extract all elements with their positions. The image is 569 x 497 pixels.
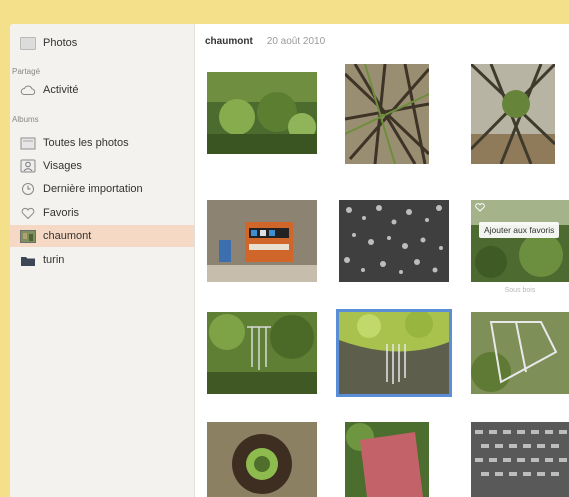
sidebar-item-label: turin <box>43 254 65 266</box>
photo-thumbnail[interactable] <box>345 422 429 497</box>
sidebar: Photos Partagé Activité Albums Toutes le… <box>10 24 195 497</box>
section-header-shared: Partagé <box>12 67 41 76</box>
sidebar-item-chaumont[interactable]: chaumont <box>10 225 194 247</box>
photo-thumbnail[interactable] <box>471 312 569 394</box>
album-location: chaumont <box>205 36 253 47</box>
section-header-albums: Albums <box>12 115 39 124</box>
album-thumbnail-icon <box>20 229 36 243</box>
sidebar-item-label: Dernière importation <box>43 183 143 195</box>
heart-icon <box>20 206 36 220</box>
photos-window: Photos Partagé Activité Albums Toutes le… <box>10 24 569 497</box>
photos-icon <box>20 36 36 50</box>
photo-thumbnail[interactable] <box>207 200 317 282</box>
photo-grid-area: chaumont 20 août 2010 Ajouter aux favori… <box>195 24 569 497</box>
sidebar-item-last-import[interactable]: Dernière importation <box>10 178 194 200</box>
sidebar-item-faces[interactable]: Visages <box>10 155 194 177</box>
photo-thumbnail[interactable] <box>207 72 317 154</box>
faces-icon <box>20 159 36 173</box>
sidebar-item-label: Favoris <box>43 207 80 219</box>
sidebar-item-all-photos[interactable]: Toutes les photos <box>10 132 194 154</box>
photo-thumbnail[interactable] <box>339 200 449 282</box>
sidebar-item-label: Photos <box>43 37 78 49</box>
photo-thumbnail[interactable] <box>345 64 429 164</box>
sidebar-item-label: chaumont <box>43 230 92 242</box>
photo-thumbnail[interactable]: Ajouter aux favoris <box>471 200 569 282</box>
folder-icon <box>20 253 36 267</box>
sidebar-item-label: Activité <box>43 84 79 96</box>
photo-thumbnail[interactable] <box>471 422 569 497</box>
photo-thumbnail[interactable] <box>207 422 317 497</box>
photo-thumbnail[interactable] <box>207 312 317 394</box>
photo-thumbnail-selected[interactable] <box>339 312 449 394</box>
sidebar-item-label: Visages <box>43 160 82 172</box>
sidebar-item-label: Toutes les photos <box>43 137 129 149</box>
cloud-icon <box>20 83 36 97</box>
sidebar-item-turin[interactable]: turin <box>10 249 194 271</box>
add-to-favorites-tooltip: Ajouter aux favoris <box>479 222 560 238</box>
sidebar-item-photos[interactable]: Photos <box>10 32 194 54</box>
album-header: chaumont 20 août 2010 <box>205 36 325 47</box>
album-date: 20 août 2010 <box>266 36 326 47</box>
clock-icon <box>20 182 36 196</box>
sidebar-item-favorites[interactable]: Favoris <box>10 202 194 224</box>
favorite-heart-icon[interactable] <box>475 203 485 212</box>
album-icon <box>20 136 36 150</box>
photo-thumbnail[interactable] <box>471 64 555 164</box>
sidebar-item-activity[interactable]: Activité <box>10 79 194 101</box>
photo-caption: Sous bois <box>504 287 536 294</box>
